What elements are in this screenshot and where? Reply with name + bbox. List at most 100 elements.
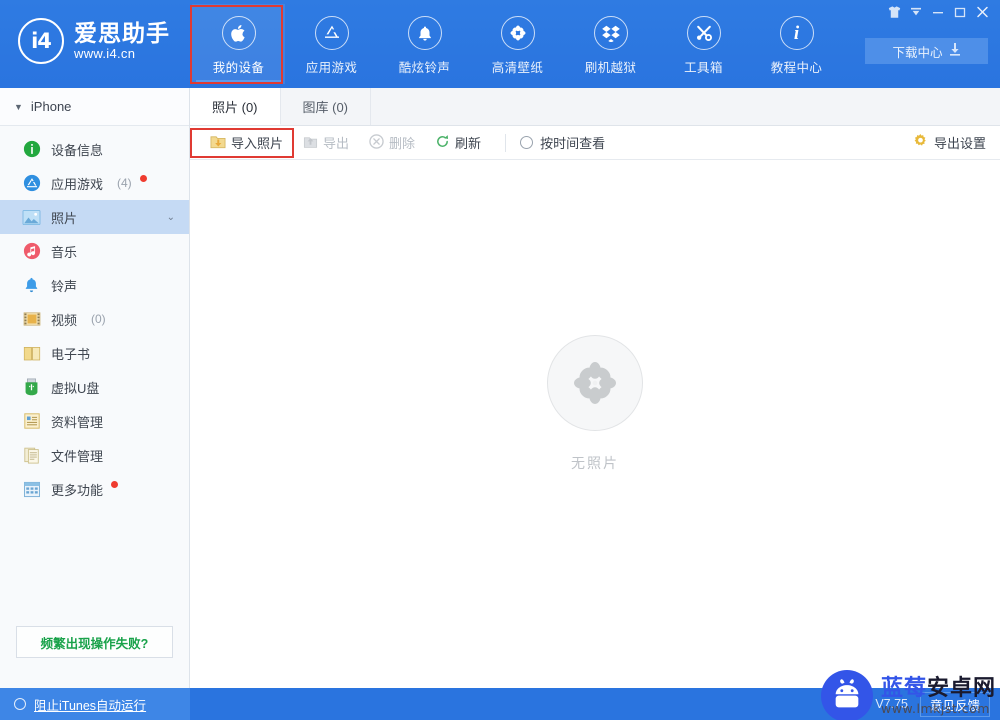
export-icon: [303, 134, 318, 152]
tools-icon: [686, 16, 721, 50]
bell-icon: [407, 16, 442, 50]
sidebar-item-label: 铃声: [51, 278, 78, 294]
nav-label: 高清壁纸: [491, 61, 544, 75]
more-grid-icon: [22, 480, 41, 499]
nav-item-apps-games[interactable]: 应用游戏: [285, 4, 378, 84]
sidebar-item-label: 资料管理: [51, 414, 104, 430]
help-operation-failed-button[interactable]: 频繁出现操作失败?: [16, 626, 173, 658]
content-tabs: 照片 (0) 图库 (0): [190, 88, 1000, 126]
download-center-label: 下载中心: [892, 45, 943, 60]
version-label: V7.75: [875, 697, 908, 711]
download-icon: [949, 43, 961, 59]
status-bar: 阻止iTunes自动运行 V7.75 意见反馈: [0, 688, 1000, 720]
notification-badge-dot: [111, 480, 119, 488]
nav-item-flash-jailbreak[interactable]: 刷机越狱: [564, 4, 657, 84]
sidebar-item-data-management[interactable]: 资料管理: [0, 404, 189, 438]
device-name: iPhone: [30, 99, 72, 114]
sidebar-item-label: 照片: [51, 210, 78, 226]
main-content: 照片 (0) 图库 (0) 导入照片 导出 删除 刷新 按时间查看 导出设置 无…: [190, 88, 1000, 688]
nav-item-my-device[interactable]: 我的设备: [192, 4, 285, 84]
brand-url: www.i4.cn: [74, 46, 136, 62]
maximize-icon[interactable]: [950, 3, 970, 21]
sidebar-item-music[interactable]: 音乐: [0, 234, 189, 268]
app-header: i4 爱思助手 www.i4.cn 我的设备 应用游戏 酷炫铃声 高清壁纸 刷机…: [0, 0, 1000, 88]
nav-item-wallpapers[interactable]: 高清壁纸: [471, 4, 564, 84]
gear-icon: [913, 133, 928, 152]
ringtone-bell-icon: [22, 276, 41, 295]
content-toolbar: 导入照片 导出 删除 刷新 按时间查看 导出设置: [190, 126, 1000, 160]
file-manage-icon: [22, 446, 41, 465]
tab-gallery[interactable]: 图库 (0): [281, 88, 372, 125]
appstore-circle-icon: [22, 174, 41, 193]
sidebar-list: 设备信息 应用游戏 (4) 照片 ⌄ 音乐 铃声 视频 (0) 电子书 虚拟U盘…: [0, 126, 189, 506]
sidebar-item-virtual-usb[interactable]: 虚拟U盘: [0, 370, 189, 404]
data-manage-icon: [22, 412, 41, 431]
photo-icon: [22, 208, 41, 227]
status-bar-right: V7.75 意见反馈: [875, 691, 990, 717]
nav-item-toolbox[interactable]: 工具箱: [657, 4, 750, 84]
sidebar-item-label: 应用游戏: [51, 176, 104, 192]
sidebar-item-label: 音乐: [51, 244, 78, 260]
nav-label: 酷炫铃声: [398, 61, 451, 75]
sidebar: ▼ iPhone 设备信息 应用游戏 (4) 照片 ⌄ 音乐 铃声 视频 (0)…: [0, 88, 190, 688]
logo-mark-icon: i4: [18, 18, 64, 64]
dropbox-icon: [593, 16, 628, 50]
sidebar-item-label: 电子书: [51, 346, 91, 362]
block-itunes-label: 阻止iTunes自动运行: [34, 698, 147, 713]
brand-logo: i4 爱思助手 www.i4.cn: [18, 18, 170, 64]
sidebar-item-label: 视频: [51, 312, 78, 328]
logo-mark-text: i4: [31, 29, 52, 53]
sidebar-item-count: (0): [91, 312, 106, 326]
import-photos-label: 导入照片: [231, 136, 284, 151]
tab-label: 照片 (0): [212, 99, 258, 115]
main-navigation: 我的设备 应用游戏 酷炫铃声 高清壁纸 刷机越狱 工具箱 i 教程中心: [192, 4, 843, 88]
radio-circle-icon: [520, 136, 534, 149]
nav-item-tutorials[interactable]: i 教程中心: [750, 4, 843, 84]
sidebar-item-ringtone[interactable]: 铃声: [0, 268, 189, 302]
help-button-label: 频繁出现操作失败?: [40, 636, 149, 651]
import-photos-button[interactable]: 导入照片: [200, 130, 293, 156]
close-icon[interactable]: [972, 3, 992, 21]
chevron-down-icon: ▼: [14, 101, 23, 112]
video-icon: [22, 310, 41, 329]
skin-icon[interactable]: [884, 3, 904, 21]
import-photo-icon: [210, 134, 226, 152]
sidebar-item-device-info[interactable]: 设备信息: [0, 132, 189, 166]
flower-icon: [500, 16, 535, 50]
window-controls: [884, 3, 992, 21]
minimize-icon[interactable]: [928, 3, 948, 21]
sidebar-item-more-features[interactable]: 更多功能: [0, 472, 189, 506]
nav-item-ringtones[interactable]: 酷炫铃声: [378, 4, 471, 84]
sidebar-item-video[interactable]: 视频 (0): [0, 302, 189, 336]
export-label: 导出: [323, 136, 350, 151]
empty-state-label: 无照片: [571, 455, 619, 471]
view-by-time-radio[interactable]: 按时间查看: [520, 133, 605, 152]
refresh-button[interactable]: 刷新: [425, 130, 491, 156]
tab-photos[interactable]: 照片 (0): [190, 88, 281, 125]
export-button: 导出: [293, 130, 359, 156]
flower-placeholder-icon: [547, 335, 643, 431]
sidebar-item-apps-games[interactable]: 应用游戏 (4): [0, 166, 189, 200]
feedback-button[interactable]: 意见反馈: [919, 691, 990, 717]
empty-state: 无照片: [190, 160, 1000, 688]
device-selector[interactable]: ▼ iPhone: [0, 88, 189, 126]
tab-label: 图库 (0): [302, 100, 349, 115]
refresh-label: 刷新: [455, 136, 482, 151]
sidebar-item-count: (4): [117, 176, 132, 190]
radio-circle-icon: [14, 698, 26, 710]
info-circle-icon: [22, 140, 41, 159]
export-settings-button[interactable]: 导出设置: [913, 133, 986, 152]
menu-chevron-down-icon[interactable]: [906, 3, 926, 21]
sidebar-item-file-management[interactable]: 文件管理: [0, 438, 189, 472]
apple-icon: [221, 16, 256, 50]
nav-label: 刷机越狱: [584, 61, 637, 75]
sidebar-item-ebook[interactable]: 电子书: [0, 336, 189, 370]
block-itunes-toggle[interactable]: 阻止iTunes自动运行: [0, 688, 190, 720]
download-center-button[interactable]: 下载中心: [865, 38, 988, 64]
sidebar-item-label: 文件管理: [51, 448, 104, 464]
nav-label: 应用游戏: [305, 61, 358, 75]
nav-label: 教程中心: [770, 61, 823, 75]
nav-label: 我的设备: [212, 61, 265, 75]
chevron-down-icon: ⌄: [166, 211, 175, 223]
sidebar-item-photos[interactable]: 照片 ⌄: [0, 200, 189, 234]
